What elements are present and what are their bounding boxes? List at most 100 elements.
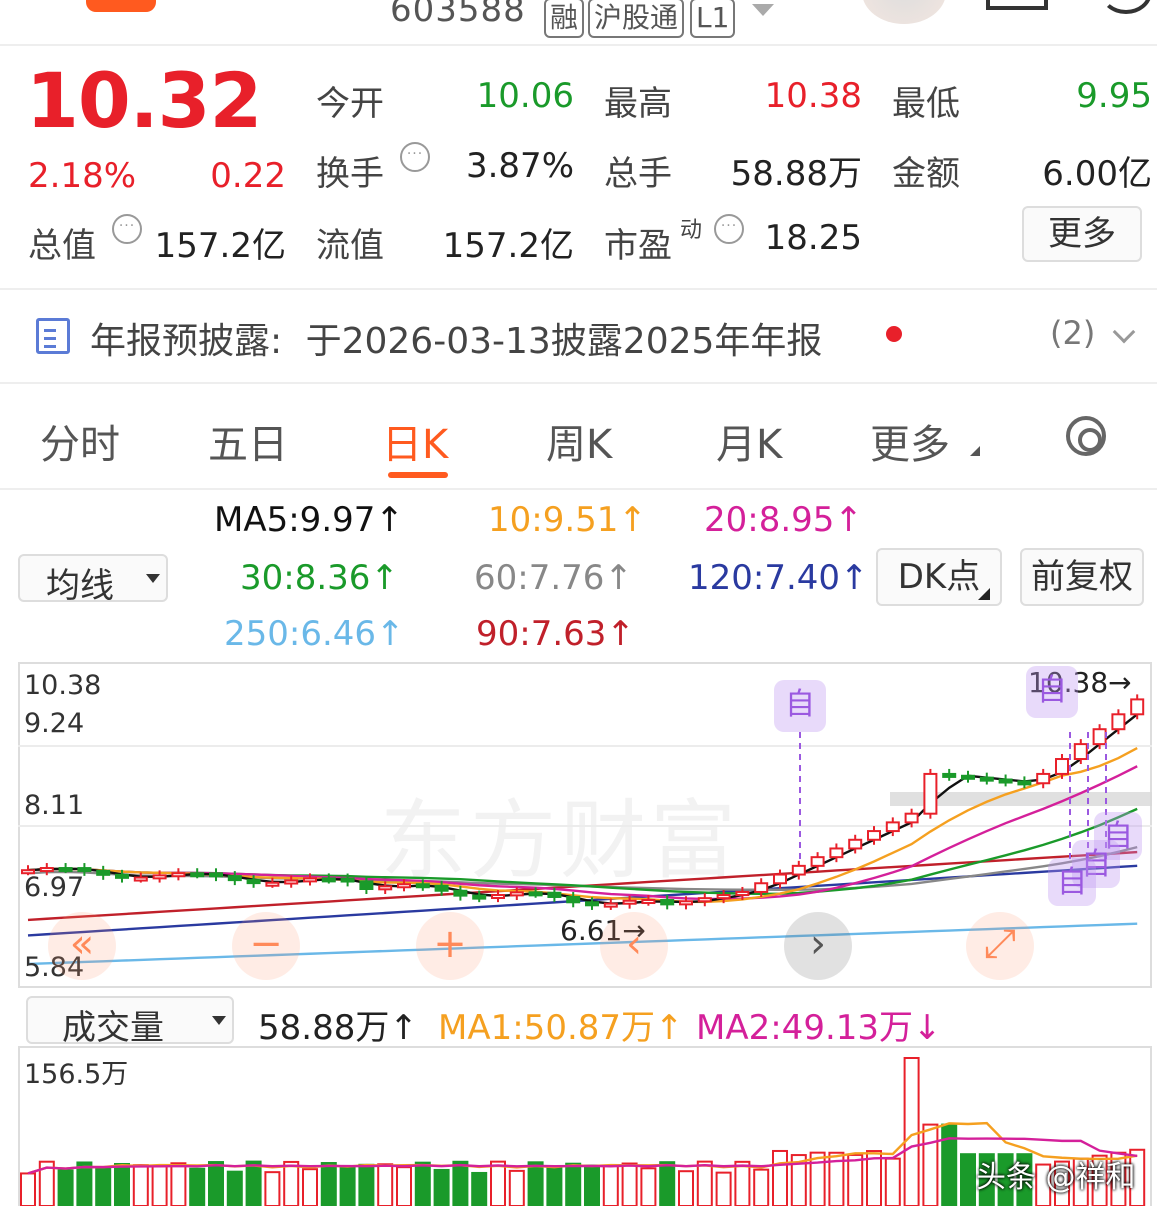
turnover-value: 3.87% (465, 146, 574, 186)
volume-bar (884, 1157, 901, 1206)
volume-indicator-select[interactable]: 成交量 (26, 996, 234, 1048)
volume-bar (602, 1164, 619, 1206)
candle-body (227, 875, 242, 882)
candle-body (340, 877, 355, 883)
price-axis-label: 6.97 (24, 872, 85, 903)
candle-body (1092, 728, 1107, 746)
candle-body (641, 899, 656, 905)
volume-axis-label: 156.5万 (24, 1059, 129, 1090)
scroll-left-icon[interactable]: « (48, 912, 116, 980)
candle-body (679, 900, 693, 906)
volume-bar (433, 1168, 450, 1206)
more-button[interactable]: 更多 (1022, 206, 1142, 262)
volume-bar (941, 1123, 958, 1206)
tray-icon[interactable] (986, 0, 1048, 10)
volume-bar (208, 1161, 224, 1206)
notice-label: 年报预披露: (90, 321, 283, 362)
volume-bar (903, 1057, 920, 1206)
self-select-marker[interactable]: 自 (1026, 666, 1078, 718)
price-axis-label: 10.38 (24, 670, 102, 701)
last-price: 10.32 (26, 56, 262, 145)
corner-indicator (970, 446, 980, 456)
open-value: 10.06 (476, 76, 574, 116)
volume-bar (95, 1166, 112, 1206)
candle-body (585, 901, 599, 907)
volume-ma1: MA1:50.87万↑ (438, 1008, 684, 1048)
info-icon[interactable]: ··· (714, 214, 744, 244)
ma30-line (27, 807, 1138, 896)
ma250-value: 250:6.46↑ (224, 614, 405, 654)
ma60-value: 60:7.76↑ (474, 558, 633, 598)
candle-body (133, 876, 148, 882)
volume-bar (753, 1168, 770, 1206)
amount-value: 6.00亿 (1042, 154, 1152, 194)
volume-bar (170, 1162, 187, 1206)
avatar[interactable] (862, 0, 946, 24)
pe-value: 18.25 (764, 218, 862, 258)
info-icon[interactable]: ··· (112, 214, 142, 244)
candle-body (547, 891, 562, 898)
change-percent: 2.18% (28, 156, 137, 196)
unread-dot (886, 326, 902, 342)
info-icon[interactable]: ··· (400, 142, 430, 172)
tab-more[interactable]: 更多 (870, 412, 950, 470)
volume-bar (508, 1169, 525, 1206)
fullscreen-icon[interactable]: ⤢ (966, 912, 1034, 980)
candle-body (509, 891, 524, 897)
stock-code: 603588 (390, 0, 526, 30)
notice-line[interactable]: 年报预披露: 于2026-03-13披露2025年年报 (90, 312, 822, 364)
tab-indicator (388, 472, 448, 478)
volume-bar (471, 1171, 488, 1206)
zoom-out-icon[interactable]: − (232, 912, 300, 980)
header-bar: 603588 融 沪股通 L1 (0, 0, 1157, 46)
ma5-value: MA5:9.97↑ (214, 500, 404, 540)
volume-bar (640, 1167, 657, 1206)
volume-bar (320, 1162, 337, 1206)
self-select-marker[interactable]: 自 (1048, 858, 1096, 906)
candle-body (867, 830, 881, 841)
gear-icon[interactable] (1066, 416, 1106, 456)
tab-daily-k[interactable]: 日K (382, 412, 448, 470)
prev-icon[interactable]: ‹ (600, 912, 668, 980)
tab-monthly-k[interactable]: 月K (716, 412, 782, 470)
tab-weekly-k[interactable]: 周K (546, 412, 612, 470)
candle-body (998, 778, 1013, 784)
ma90-value: 90:7.63↑ (476, 614, 635, 654)
volume-bar (584, 1164, 600, 1206)
chevron-down-icon[interactable] (1112, 320, 1136, 344)
dk-point-button[interactable]: DK点 (876, 548, 1002, 606)
candle-body (566, 895, 581, 904)
candle-body (171, 872, 186, 878)
tab-intraday[interactable]: 分时 (40, 412, 120, 470)
volume-bar (132, 1164, 149, 1206)
volume-label: 总手 (604, 154, 672, 194)
candle-body (848, 838, 863, 850)
indicator-select[interactable]: 均线 (18, 554, 168, 606)
volume-select-label: 成交量 (62, 1008, 164, 1048)
volume-bar (490, 1160, 506, 1206)
mktcap-label: 总值 (28, 226, 96, 266)
volume-bar (678, 1170, 694, 1206)
candle-body (190, 872, 205, 878)
divider (0, 288, 1157, 290)
volume-bar (960, 1153, 976, 1206)
forward-adjust-button[interactable]: 前复权 (1020, 548, 1144, 606)
volume-bar (621, 1162, 638, 1206)
ma60-line (27, 845, 1138, 891)
zoom-in-icon[interactable]: + (416, 912, 484, 980)
candle-body (979, 776, 994, 782)
candle-body (1036, 772, 1051, 785)
chevron-down-icon[interactable] (752, 4, 774, 16)
next-icon[interactable]: › (784, 912, 852, 980)
ma20-value: 20:8.95↑ (704, 500, 863, 540)
candle-body (434, 884, 449, 892)
tab-five-day[interactable]: 五日 (208, 412, 288, 470)
volume-bar (189, 1167, 206, 1206)
candle-body (77, 867, 92, 873)
candle-body (773, 873, 787, 885)
candle-body (397, 883, 411, 889)
pe-sup: 动 (680, 218, 703, 243)
search-icon[interactable] (1100, 0, 1152, 14)
self-select-marker[interactable]: 自 (774, 680, 826, 732)
volume-bar (527, 1161, 544, 1206)
